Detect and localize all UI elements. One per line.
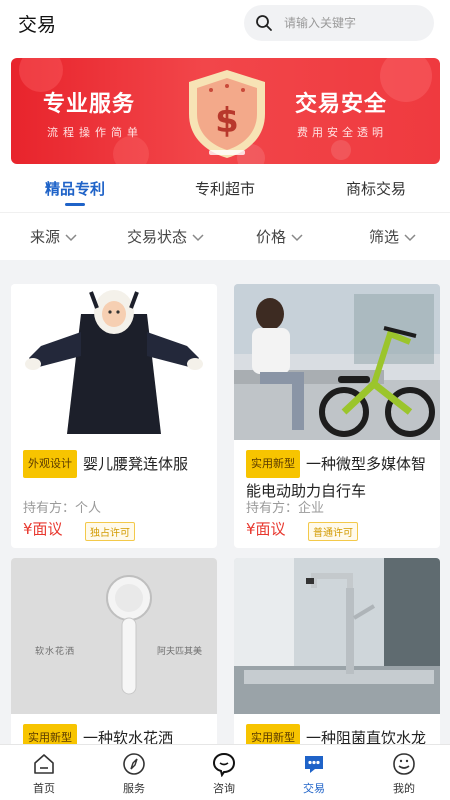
search-input[interactable] [278,16,418,30]
banner-right-subtitle: 费用安全透明 [297,126,387,139]
nav-profile-label: 我的 [393,782,415,795]
patent-type-badge: 实用新型 [246,724,300,744]
filter-trade-status[interactable]: 交易状态 [127,226,205,247]
filter-price[interactable]: 价格 [256,226,304,247]
product-card[interactable]: 实用新型 一种阻菌直饮水龙 [234,558,440,744]
product-holder: 持有方：个人 [23,501,102,516]
nav-consult[interactable]: 咨询 [194,751,254,796]
product-name: 外观设计 婴儿腰凳连体服 [23,450,211,478]
product-card[interactable]: 外观设计 婴儿腰凳连体服 持有方：个人 ¥面议 独占许可 [11,284,217,548]
product-image-ebike [234,284,440,440]
nav-services[interactable]: 服务 [104,751,164,796]
product-title: 一种软水花洒 [83,729,174,744]
patent-type-badge: 外观设计 [23,450,77,478]
product-image-shower-head [11,558,217,714]
filter-more-label: 筛选 [369,228,400,246]
nav-services-label: 服务 [123,782,145,795]
patent-type-badge: 实用新型 [23,724,77,744]
product-grid: 外观设计 婴儿腰凳连体服 持有方：个人 ¥面议 独占许可 实用新型 一种微型多媒体智… [0,262,450,744]
license-type-tag: 独占许可 [85,522,135,541]
active-tab-indicator [65,203,85,206]
filter-source[interactable]: 来源 [30,226,78,247]
product-name: 实用新型 一种阻菌直饮水龙 [246,724,434,744]
product-title: 一种阻菌直饮水龙 [306,729,427,744]
trade-chat-icon [305,756,323,773]
filter-price-label: 价格 [256,228,287,246]
product-card[interactable]: 软水花洒 阿夫匹其美 实用新型 一种软水花洒 [11,558,217,744]
top-header: 交易 [0,0,450,46]
nav-trade[interactable]: 交易 [284,751,344,796]
banner-left-title: 专业服务 [43,92,136,117]
chevron-down-icon [192,233,204,241]
search-bar[interactable] [244,5,434,41]
product-holder: 持有方：企业 [246,501,325,516]
image-caption-left: 软水花洒 [35,647,76,657]
product-name: 实用新型 一种微型多媒体智能电动助力自行车 [246,450,434,504]
promo-banner[interactable]: 专业服务 流程操作简单 $ 交易安全 费用安全透明 [11,58,440,164]
filter-bar: 来源 交易状态 价格 筛选 [0,212,450,260]
banner-section: 专业服务 流程操作简单 $ 交易安全 费用安全透明 [0,46,450,168]
filter-trade-status-label: 交易状态 [127,228,188,246]
bottom-navigation: 首页 服务 咨询 交易 我的 [0,744,450,800]
patent-type-badge: 实用新型 [246,450,300,478]
product-card[interactable]: 实用新型 一种微型多媒体智能电动助力自行车 持有方：企业 ¥面议 普通许可 [234,284,440,548]
product-price: ¥面议 [23,520,63,538]
filter-more[interactable]: 筛选 [369,226,417,247]
nav-consult-label: 咨询 [213,782,235,795]
profile-icon [393,753,415,775]
product-image-baby-suit [11,284,217,440]
product-price: ¥面议 [246,520,286,538]
chevron-down-icon [404,233,416,241]
tab-patent-market[interactable]: 专利超市 [195,178,255,199]
chevron-down-icon [291,233,303,241]
nav-home[interactable]: 首页 [14,751,74,796]
filter-source-label: 来源 [30,228,61,246]
svg-text:$: $ [215,101,239,141]
banner-left-subtitle: 流程操作简单 [47,126,143,139]
nav-home-label: 首页 [33,782,55,795]
product-name: 实用新型 一种软水花洒 [23,724,211,744]
product-image-faucet [234,558,440,714]
chat-bubble-icon [212,752,236,777]
image-caption-right: 阿夫匹其美 [157,647,203,657]
license-type-tag: 普通许可 [308,522,358,541]
compass-icon [123,753,145,775]
search-icon [256,15,272,31]
nav-trade-label: 交易 [303,782,325,795]
tab-premium-patents[interactable]: 精品专利 [45,178,105,199]
product-title: 婴儿腰凳连体服 [83,455,189,473]
shield-money-icon: $ [189,70,265,158]
page-title: 交易 [18,14,57,36]
chevron-down-icon [65,233,77,241]
tab-trademark-trade[interactable]: 商标交易 [346,178,406,199]
banner-right-title: 交易安全 [295,92,388,117]
nav-profile[interactable]: 我的 [374,751,434,796]
home-icon [34,754,54,774]
